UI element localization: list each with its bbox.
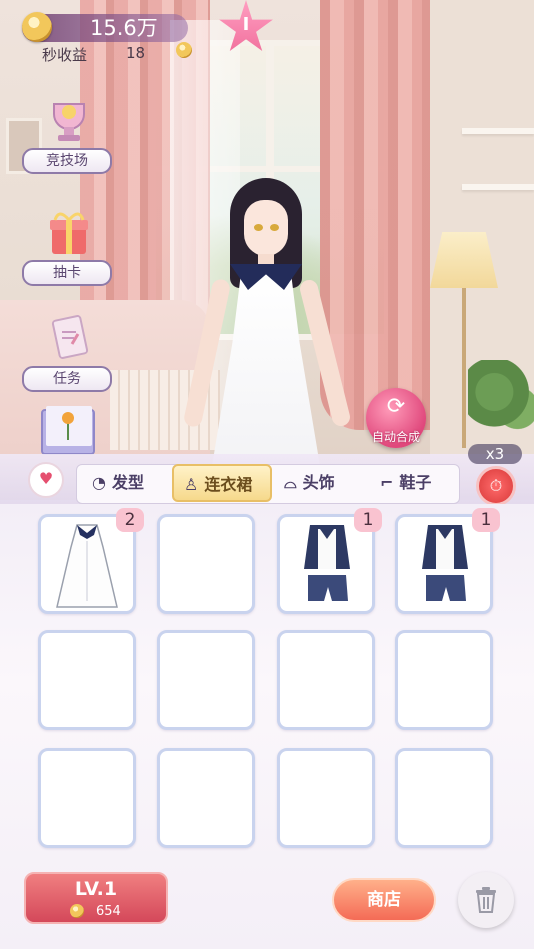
tasks-button[interactable]: 任务	[22, 314, 112, 392]
wall-shelf	[462, 128, 534, 134]
grid-cell-12[interactable]	[395, 748, 493, 848]
tasks-label: 任务	[22, 366, 112, 392]
tab-hairstyle[interactable]: ◔ 发型	[92, 464, 164, 502]
count-badge: 1	[472, 508, 500, 532]
grid-cell-8[interactable]	[395, 630, 493, 730]
grid-cell-10[interactable]	[157, 748, 255, 848]
grid-cell-9[interactable]	[38, 748, 136, 848]
coin-value: 15.6万	[90, 16, 158, 40]
wall-shelf	[462, 184, 534, 190]
count-badge: 2	[116, 508, 144, 532]
hat-icon: ⌓	[284, 473, 297, 492]
speed-multiplier: x3	[468, 444, 522, 464]
count-badge: 1	[354, 508, 382, 532]
hair-icon: ◔	[92, 473, 106, 492]
rate-value: 18	[126, 44, 146, 62]
grid-cell-11[interactable]	[277, 748, 375, 848]
auto-merge-label: 自动合成	[371, 430, 420, 444]
rate-label: 秒收益	[42, 46, 88, 64]
coin-icon	[70, 904, 84, 918]
arena-label: 竞技场	[22, 148, 112, 174]
trophy-icon	[53, 103, 85, 141]
draw-card-label: 抽卡	[22, 260, 112, 286]
star-level-label: I	[242, 14, 250, 35]
coin-small-icon	[176, 42, 192, 58]
timer-icon[interactable]: ⏱	[476, 466, 516, 506]
heart-icon: ♥	[38, 469, 54, 488]
tab-dress[interactable]: ♙ 连衣裙	[172, 464, 272, 502]
shop-button[interactable]: 商店	[332, 878, 436, 922]
arena-button[interactable]: 竞技场	[22, 96, 112, 174]
character[interactable]	[182, 178, 380, 478]
plant	[468, 360, 534, 440]
level-label: LV.1	[74, 878, 118, 900]
grid-cell-5[interactable]	[38, 630, 136, 730]
trash-icon	[476, 887, 496, 913]
letter-card-icon	[51, 315, 89, 359]
favorite-heart-button[interactable]: ♥	[28, 462, 64, 498]
grid-cell-7[interactable]	[277, 630, 375, 730]
gift-box-icon	[50, 212, 88, 254]
tab-headwear[interactable]: ⌓ 头饰	[284, 464, 356, 502]
dress-icon: ♙	[184, 475, 199, 494]
auto-merge-button[interactable]: ⟳ 自动合成	[366, 388, 426, 448]
refresh-icon: ⟳	[386, 394, 406, 419]
tab-shoes[interactable]: ⌐ 鞋子	[380, 464, 452, 502]
sailor-outfit-item	[422, 525, 468, 601]
grid-cell-2[interactable]	[157, 514, 255, 614]
book-rose-icon[interactable]	[38, 400, 100, 456]
sailor-outfit-item	[304, 525, 350, 601]
level-up-button[interactable]: LV.1 654	[24, 872, 168, 924]
coin-icon	[22, 12, 52, 42]
draw-card-button[interactable]: 抽卡	[22, 208, 112, 286]
grid-cell-6[interactable]	[157, 630, 255, 730]
level-cost: 654	[96, 904, 121, 919]
trash-button[interactable]	[458, 872, 514, 928]
shoe-icon: ⌐	[380, 473, 394, 492]
white-dress-item	[56, 524, 118, 608]
